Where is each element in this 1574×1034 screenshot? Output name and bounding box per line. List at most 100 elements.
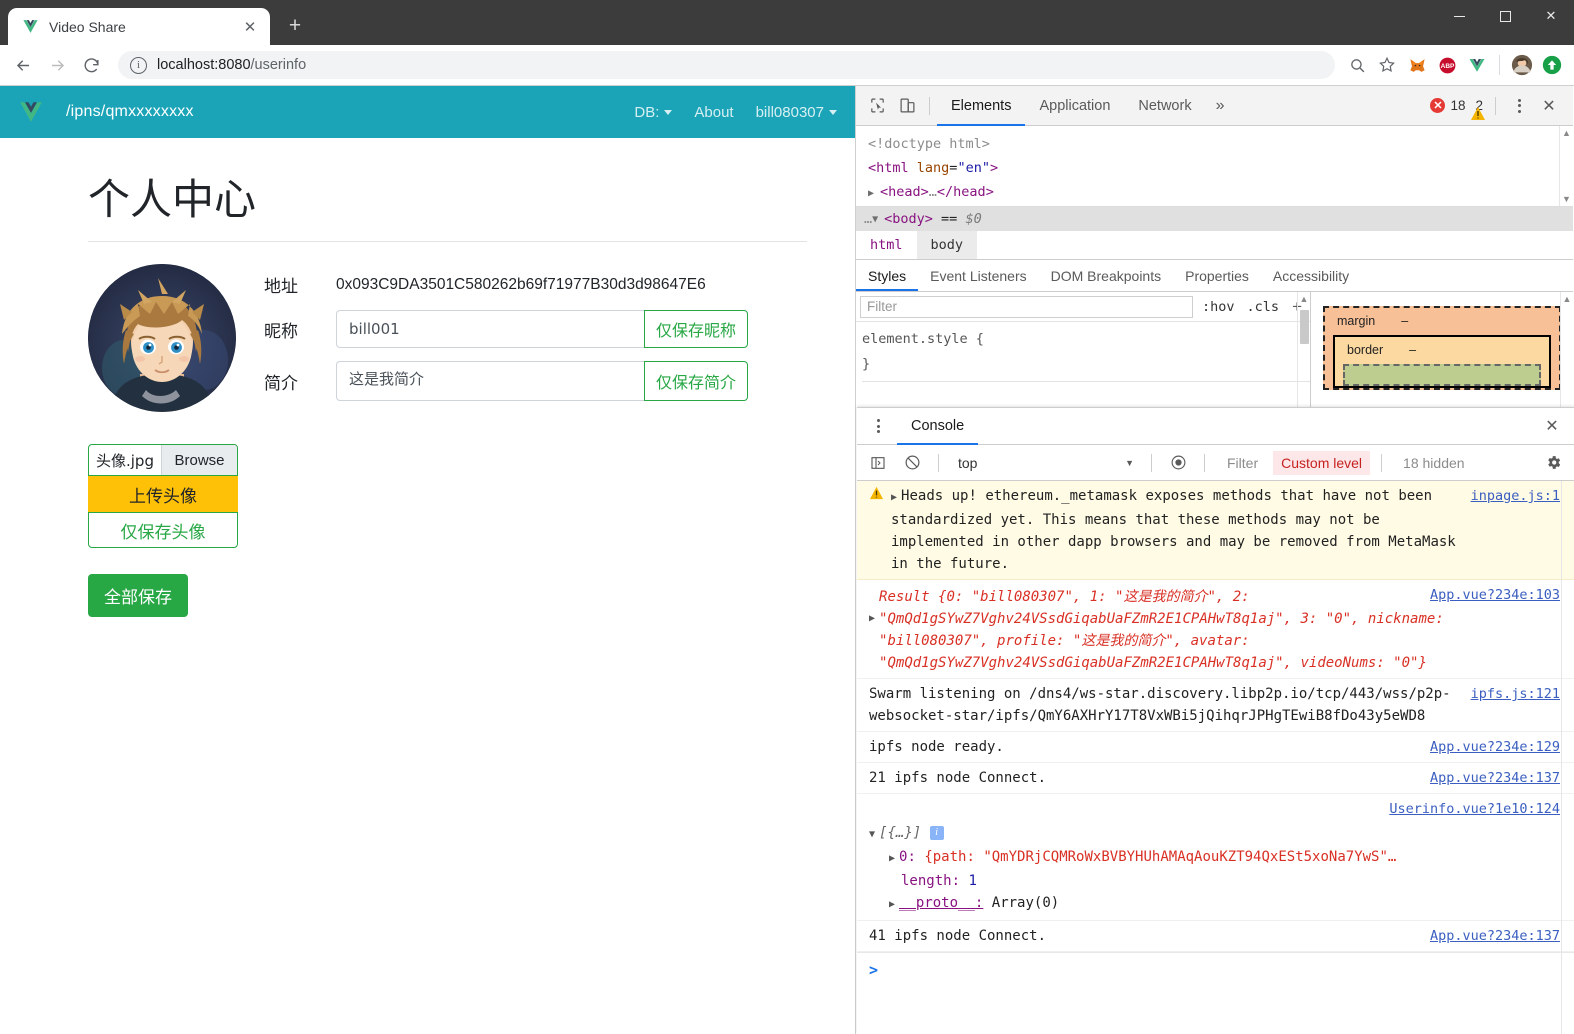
extension-upload-icon[interactable] [1538,51,1566,79]
zoom-search-icon[interactable] [1343,51,1371,79]
console-message-log[interactable]: Swarm listening on /dns4/ws-star.discove… [857,679,1574,732]
console-message-log[interactable]: 41 ipfs node Connect. App.vue?234e:137 [857,921,1574,952]
console-messages[interactable]: ▶ Heads up! ethereum._metamask exposes me… [857,481,1574,1034]
brand-path[interactable]: /ipns/qmxxxxxxxx [66,103,194,121]
tab-console[interactable]: Console [897,408,979,445]
collapse-arrow-icon[interactable]: ▼ [869,829,879,840]
array-row[interactable]: ▶ __proto__: Array(0) [869,892,1560,916]
clear-console-icon[interactable] [897,450,927,476]
metamask-fox-icon[interactable] [1403,51,1431,79]
nav-link-db[interactable]: DB: [634,104,673,121]
close-icon[interactable]: ✕ [240,17,260,37]
tab-accessibility[interactable]: Accessibility [1261,260,1361,291]
scroll-down-icon[interactable]: ▼ [1562,192,1571,206]
console-prompt[interactable]: > [857,952,1574,987]
nav-link-about[interactable]: About [694,104,733,121]
box-model-padding[interactable] [1343,364,1541,386]
forward-icon[interactable] [42,50,72,80]
profile-textarea[interactable]: 这是我简介 [336,361,644,401]
tab-dom-breakpoints[interactable]: DOM Breakpoints [1039,260,1173,291]
tab-network[interactable]: Network [1124,86,1205,126]
scroll-up-icon[interactable]: ▲ [1562,126,1571,140]
upload-avatar-button[interactable]: 上传头像 [88,476,238,512]
breadcrumb-html[interactable]: html [856,231,917,259]
profile-avatar-icon[interactable] [1508,51,1536,79]
console-source-link[interactable]: App.vue?234e:137 [1430,767,1560,789]
minimize-button[interactable] [1436,0,1482,32]
window-close-button[interactable]: ✕ [1528,0,1574,32]
save-nickname-button[interactable]: 仅保存昵称 [643,310,748,348]
reload-icon[interactable] [76,50,106,80]
expand-arrow-icon[interactable]: ▶ [868,182,880,206]
info-icon[interactable]: i [929,826,944,840]
array-header[interactable]: ▼ [{…}] i [869,822,1560,846]
tab-event-listeners[interactable]: Event Listeners [918,260,1039,291]
expand-arrow-icon[interactable]: ▶ [869,586,879,674]
console-source-link[interactable]: ipfs.js:121 [1471,683,1560,705]
scrollbar-thumb[interactable] [1299,310,1309,344]
expand-arrow-icon[interactable]: ▶ [889,899,899,910]
array-row[interactable]: ▶ 0: {path: "QmYDRjCQMRoWxBVBYHUhAMAqAouK… [869,846,1560,870]
more-tabs-icon[interactable]: » [1206,97,1235,115]
tab-elements[interactable]: Elements [937,86,1026,126]
hov-toggle[interactable]: :hov [1199,299,1238,315]
address-bar[interactable]: i localhost:8080/userinfo [118,51,1335,79]
bookmark-star-icon[interactable] [1373,51,1401,79]
scroll-up-icon[interactable]: ▲ [1563,292,1572,306]
save-profile-button[interactable]: 仅保存简介 [643,361,748,401]
console-sidebar-icon[interactable] [863,450,893,476]
console-message-warning[interactable]: ▶ Heads up! ethereum._metamask exposes me… [857,481,1574,580]
console-filter-input[interactable]: Filter [1216,450,1270,475]
kebab-menu-icon[interactable] [867,419,889,433]
console-source-link[interactable]: App.vue?234e:129 [1430,736,1560,758]
expand-arrow-icon[interactable]: ▶ [889,853,899,864]
console-context-selector[interactable]: top ▼ [950,455,1140,471]
devtools-close-icon[interactable]: ✕ [1535,96,1563,116]
dom-tree[interactable]: <!doctype html> <html lang="en"> ▶ <head>… [856,126,1573,206]
scroll-up-icon[interactable]: ▲ [1300,292,1309,306]
tab-styles[interactable]: Styles [856,260,919,291]
browser-tab[interactable]: Video Share ✕ [8,8,270,45]
live-expression-icon[interactable] [1163,450,1193,476]
adblock-plus-icon[interactable]: ABP [1433,51,1461,79]
console-message-log[interactable]: 21 ipfs node Connect. App.vue?234e:137 [857,763,1574,794]
breadcrumb-body[interactable]: body [916,231,978,259]
console-level-selector[interactable]: Custom level [1273,450,1371,475]
tab-application[interactable]: Application [1025,86,1124,126]
device-toolbar-icon[interactable] [892,92,922,120]
tab-properties[interactable]: Properties [1173,260,1261,291]
console-message-array[interactable]: Userinfo.vue?1e10:124 ▼ [{…}] i ▶ 0: {path… [857,794,1574,921]
console-scrollbar[interactable] [1561,481,1574,1034]
kebab-menu-icon[interactable] [1508,98,1530,113]
nickname-input[interactable] [336,310,644,348]
file-input-row[interactable]: 头像.jpg Browse [88,444,238,476]
gear-icon[interactable] [1538,450,1568,476]
console-source-link[interactable]: App.vue?234e:137 [1430,925,1560,947]
save-avatar-button[interactable]: 仅保存头像 [88,512,238,548]
drawer-close-icon[interactable]: ✕ [1538,416,1566,436]
inspect-cursor-icon[interactable] [862,92,892,120]
new-tab-button[interactable]: + [280,11,310,41]
nav-link-user[interactable]: bill080307 [756,104,837,121]
cls-toggle[interactable]: .cls [1244,299,1283,315]
console-source-link[interactable]: inpage.js:1 [1471,485,1560,507]
dom-selected-node[interactable]: … ▼ <body> == $0 [856,206,1573,231]
dom-scrollbar[interactable]: ▲ ▼ [1559,126,1573,206]
box-model-margin[interactable]: margin – border – [1323,306,1561,390]
dom-line-head[interactable]: ▶ <head>…</head> [868,180,1573,206]
save-all-button[interactable]: 全部保存 [88,574,188,617]
console-source-link[interactable]: Userinfo.vue?1e10:124 [1389,798,1560,820]
vue-devtools-icon[interactable] [1463,51,1491,79]
error-badge[interactable]: ✕ 18 [1430,98,1465,113]
back-icon[interactable] [8,50,38,80]
warning-badge[interactable]: 2 [1470,98,1486,120]
css-rule-element-style[interactable]: element.style { } [856,322,1310,382]
console-message-object[interactable]: App.vue?234e:103 ▶ Result {0: "bill08030… [857,580,1574,679]
console-message-log[interactable]: ipfs node ready. App.vue?234e:129 [857,732,1574,763]
maximize-button[interactable] [1482,0,1528,32]
collapse-arrow-icon[interactable]: ▼ [872,214,884,225]
styles-filter-input[interactable]: Filter [860,295,1194,318]
browse-button[interactable]: Browse [161,445,237,475]
expand-arrow-icon[interactable]: ▶ [891,492,901,503]
box-model-border[interactable]: border – [1333,335,1551,388]
